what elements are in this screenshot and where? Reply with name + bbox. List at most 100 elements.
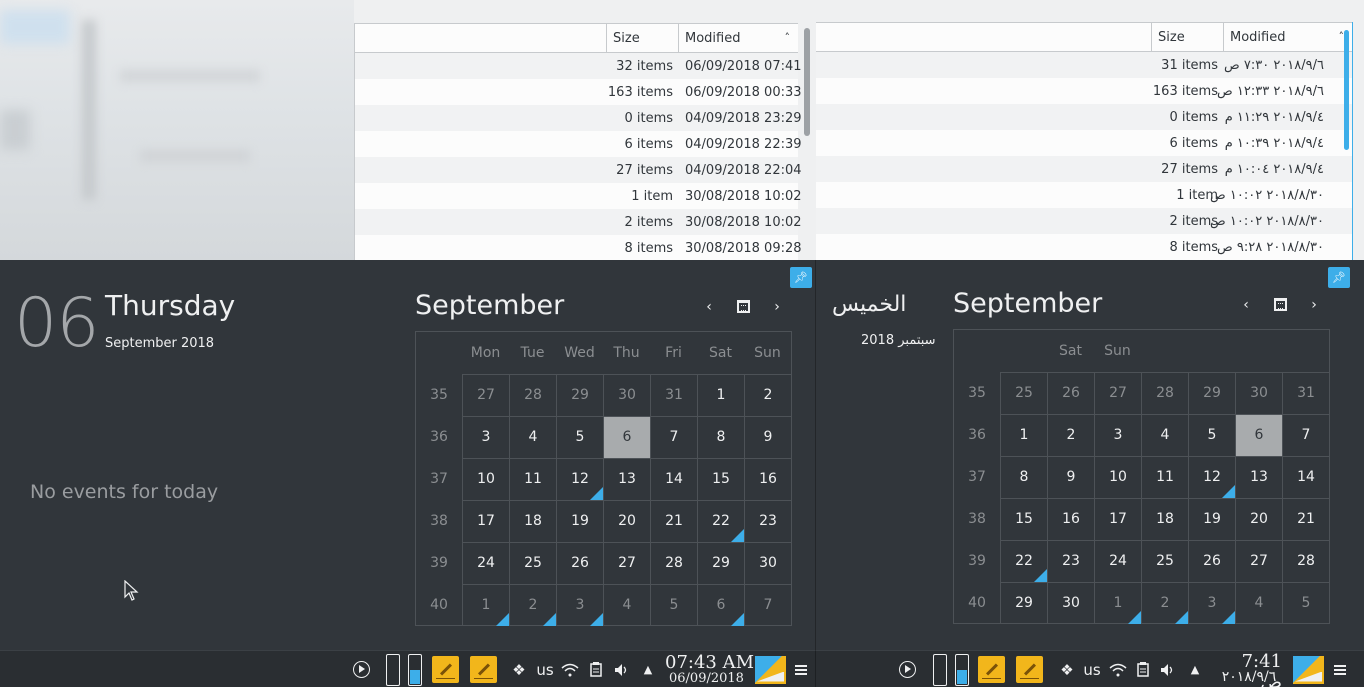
day-cell[interactable]: 3 [556, 584, 603, 626]
day-cell[interactable]: 9 [744, 416, 791, 458]
clipboard-icon[interactable] [1134, 651, 1152, 687]
expand-up-icon[interactable]: ▲ [640, 651, 656, 687]
day-cell[interactable]: 6 [697, 584, 744, 626]
sticky-note-widget[interactable] [430, 651, 460, 687]
day-cell[interactable]: 2 [509, 584, 556, 626]
clock-date[interactable]: ٢٠١٨/٩/٦ [1216, 669, 1282, 685]
day-cell[interactable]: 1 [1000, 414, 1047, 456]
day-cell[interactable]: 30 [1047, 582, 1094, 624]
day-cell[interactable]: 2 [1047, 414, 1094, 456]
day-cell[interactable]: 27 [462, 374, 509, 416]
battery-widget[interactable] [385, 651, 401, 687]
expand-up-icon[interactable]: ▲ [1187, 651, 1203, 687]
file-row[interactable]: 2 items 30/08/2018 10:02 [355, 209, 802, 235]
day-cell[interactable]: 31 [650, 374, 697, 416]
file-row[interactable]: 6 items ٢٠١٨/٩/٤ ١٠:٣٩ م [816, 130, 1352, 156]
clock-date[interactable]: 06/09/2018 [669, 671, 744, 686]
day-cell[interactable]: 18 [1141, 498, 1188, 540]
dropbox-icon[interactable]: ❖ [508, 651, 530, 687]
day-cell[interactable]: 27 [1235, 540, 1282, 582]
app-launcher-button[interactable] [754, 651, 787, 687]
day-cell[interactable]: 12 [1188, 456, 1235, 498]
previous-month-button[interactable]: ‹ [1236, 295, 1256, 315]
day-cell[interactable]: 21 [1282, 498, 1329, 540]
day-cell[interactable]: 19 [1188, 498, 1235, 540]
day-cell[interactable]: 5 [650, 584, 697, 626]
calendar-icon[interactable] [737, 300, 750, 313]
day-cell[interactable]: 1 [1094, 582, 1141, 624]
day-cell[interactable]: 13 [1235, 456, 1282, 498]
volume-icon[interactable] [613, 651, 631, 687]
day-cell-today[interactable]: 6 [603, 416, 650, 458]
day-cell[interactable]: 14 [650, 458, 697, 500]
day-cell[interactable]: 21 [650, 500, 697, 542]
day-cell[interactable]: 20 [1235, 498, 1282, 540]
previous-month-button[interactable]: ‹ [699, 297, 719, 317]
day-cell[interactable]: 8 [1000, 456, 1047, 498]
clipboard-icon[interactable] [587, 651, 605, 687]
day-cell[interactable]: 28 [1141, 372, 1188, 414]
media-player-button[interactable] [897, 651, 917, 687]
day-cell[interactable]: 10 [462, 458, 509, 500]
size-column-header[interactable]: Size [1152, 23, 1224, 51]
file-row[interactable]: 1 item ٢٠١٨/٨/٣٠ ١٠:٠٢ ص [816, 182, 1352, 208]
day-cell[interactable]: 17 [462, 500, 509, 542]
day-cell[interactable]: 16 [1047, 498, 1094, 540]
day-cell[interactable]: 23 [1047, 540, 1094, 582]
day-cell[interactable]: 25 [1141, 540, 1188, 582]
day-cell[interactable]: 7 [744, 584, 791, 626]
day-cell[interactable]: 24 [462, 542, 509, 584]
clock-time[interactable]: 07:43 AM [665, 652, 754, 673]
day-cell[interactable]: 28 [650, 542, 697, 584]
day-cell[interactable]: 24 [1094, 540, 1141, 582]
day-cell[interactable]: 4 [1141, 414, 1188, 456]
day-cell[interactable]: 29 [556, 374, 603, 416]
day-cell[interactable]: 5 [1282, 582, 1329, 624]
day-cell[interactable]: 7 [1282, 414, 1329, 456]
modified-column-header[interactable]: Modified ˄ [679, 24, 798, 52]
day-cell[interactable]: 12 [556, 458, 603, 500]
day-cell[interactable]: 26 [1188, 540, 1235, 582]
day-cell[interactable]: 15 [697, 458, 744, 500]
file-row[interactable]: 31 items ٢٠١٨/٩/٦ ٧:٣٠ ص [816, 52, 1352, 78]
day-cell[interactable]: 3 [1188, 582, 1235, 624]
day-cell[interactable]: 22 [697, 500, 744, 542]
day-cell[interactable]: 20 [603, 500, 650, 542]
day-cell[interactable]: 19 [556, 500, 603, 542]
pin-icon[interactable]: 📌︎ [790, 267, 812, 288]
panel-menu-button[interactable] [793, 651, 809, 687]
volume-icon[interactable] [1159, 651, 1177, 687]
day-cell[interactable]: 27 [603, 542, 650, 584]
day-cell[interactable]: 30 [603, 374, 650, 416]
scrollbar-track[interactable] [1352, 22, 1364, 262]
day-cell[interactable]: 26 [1047, 372, 1094, 414]
day-cell[interactable]: 28 [509, 374, 556, 416]
file-row[interactable]: 0 items ٢٠١٨/٩/٤ ١١:٢٩ م [816, 104, 1352, 130]
day-cell[interactable]: 7 [650, 416, 697, 458]
day-cell[interactable]: 29 [1000, 582, 1047, 624]
day-cell[interactable]: 30 [1235, 372, 1282, 414]
sticky-note-widget[interactable] [1014, 651, 1044, 687]
keyboard-layout-indicator[interactable]: us [1081, 651, 1103, 687]
panel-menu-button[interactable] [1332, 651, 1348, 687]
file-row[interactable]: 0 items 04/09/2018 23:29 [355, 105, 802, 131]
day-cell[interactable]: 5 [556, 416, 603, 458]
file-row[interactable]: 2 items ٢٠١٨/٨/٣٠ ١٠:٠٢ ص [816, 208, 1352, 234]
size-column-header[interactable]: Size [607, 24, 679, 52]
app-launcher-button[interactable] [1292, 651, 1325, 687]
day-cell[interactable]: 11 [1141, 456, 1188, 498]
wifi-icon[interactable] [560, 651, 580, 687]
day-cell[interactable]: 9 [1047, 456, 1094, 498]
battery-widget[interactable] [954, 651, 970, 687]
day-cell[interactable]: 25 [1000, 372, 1047, 414]
file-row[interactable]: 163 items 06/09/2018 00:33 [355, 79, 802, 105]
file-row[interactable]: 27 items ٢٠١٨/٩/٤ ١٠:٠٤ م [816, 156, 1352, 182]
day-cell[interactable]: 31 [1282, 372, 1329, 414]
day-cell[interactable]: 2 [1141, 582, 1188, 624]
day-cell[interactable]: 15 [1000, 498, 1047, 540]
day-cell[interactable]: 10 [1094, 456, 1141, 498]
name-column-header[interactable] [355, 24, 607, 52]
day-cell[interactable]: 18 [509, 500, 556, 542]
day-cell[interactable]: 1 [697, 374, 744, 416]
file-row[interactable]: 8 items 30/08/2018 09:28 [355, 235, 801, 261]
